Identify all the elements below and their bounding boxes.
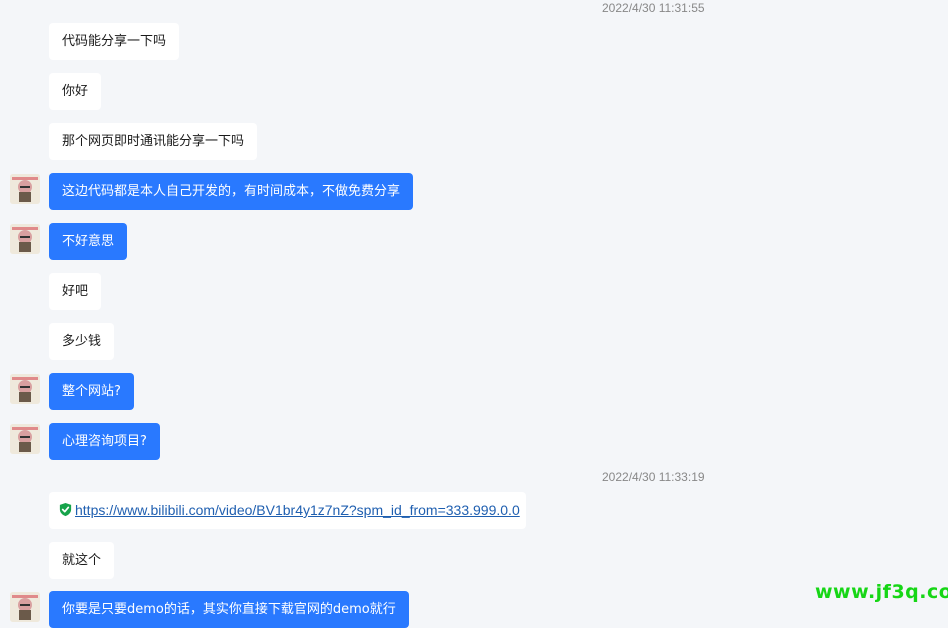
message-row: 你好 xyxy=(0,73,948,110)
message-link[interactable]: https://www.bilibili.com/video/BV1br4y1z… xyxy=(75,502,520,518)
outgoing-message[interactable]: 不好意思 xyxy=(49,223,128,260)
message-row: 那个网页即时通讯能分享一下吗 xyxy=(0,123,948,160)
avatar[interactable] xyxy=(10,224,40,254)
incoming-message[interactable]: 就这个 xyxy=(49,542,115,579)
timestamp: 2022/4/30 11:33:19 xyxy=(602,470,705,484)
message-row: https://www.bilibili.com/video/BV1br4y1z… xyxy=(0,492,948,529)
shield-check-icon xyxy=(58,495,73,532)
incoming-message[interactable]: 好吧 xyxy=(49,273,102,310)
outgoing-message[interactable]: 你要是只要demo的话，其实你直接下载官网的demo就行 xyxy=(49,591,409,628)
incoming-message[interactable]: 多少钱 xyxy=(49,323,115,360)
avatar[interactable] xyxy=(10,424,40,454)
message-row: 多少钱 xyxy=(0,323,948,360)
message-row: 整个网站? xyxy=(0,373,948,410)
avatar[interactable] xyxy=(10,174,40,204)
message-row: 心理咨询项目? xyxy=(0,423,948,460)
message-row: 不好意思 xyxy=(0,223,948,260)
outgoing-message[interactable]: 这边代码都是本人自己开发的，有时间成本，不做免费分享 xyxy=(49,173,414,210)
message-row: 这边代码都是本人自己开发的，有时间成本，不做免费分享 xyxy=(0,173,948,210)
incoming-message[interactable]: 你好 xyxy=(49,73,102,110)
outgoing-message[interactable]: 整个网站? xyxy=(49,373,134,410)
avatar[interactable] xyxy=(10,374,40,404)
incoming-message[interactable]: 代码能分享一下吗 xyxy=(49,23,180,60)
message-row: 代码能分享一下吗 xyxy=(0,23,948,60)
message-row: 就这个 xyxy=(0,542,948,579)
timestamp: 2022/4/30 11:31:55 xyxy=(602,1,705,15)
message-row: 你要是只要demo的话，其实你直接下载官网的demo就行 xyxy=(0,591,948,628)
outgoing-message[interactable]: 心理咨询项目? xyxy=(49,423,160,460)
incoming-message[interactable]: 那个网页即时通讯能分享一下吗 xyxy=(49,123,258,160)
incoming-link-message: https://www.bilibili.com/video/BV1br4y1z… xyxy=(49,492,526,529)
watermark: www.jf3q.com xyxy=(815,581,948,603)
message-row: 好吧 xyxy=(0,273,948,310)
avatar[interactable] xyxy=(10,592,40,622)
